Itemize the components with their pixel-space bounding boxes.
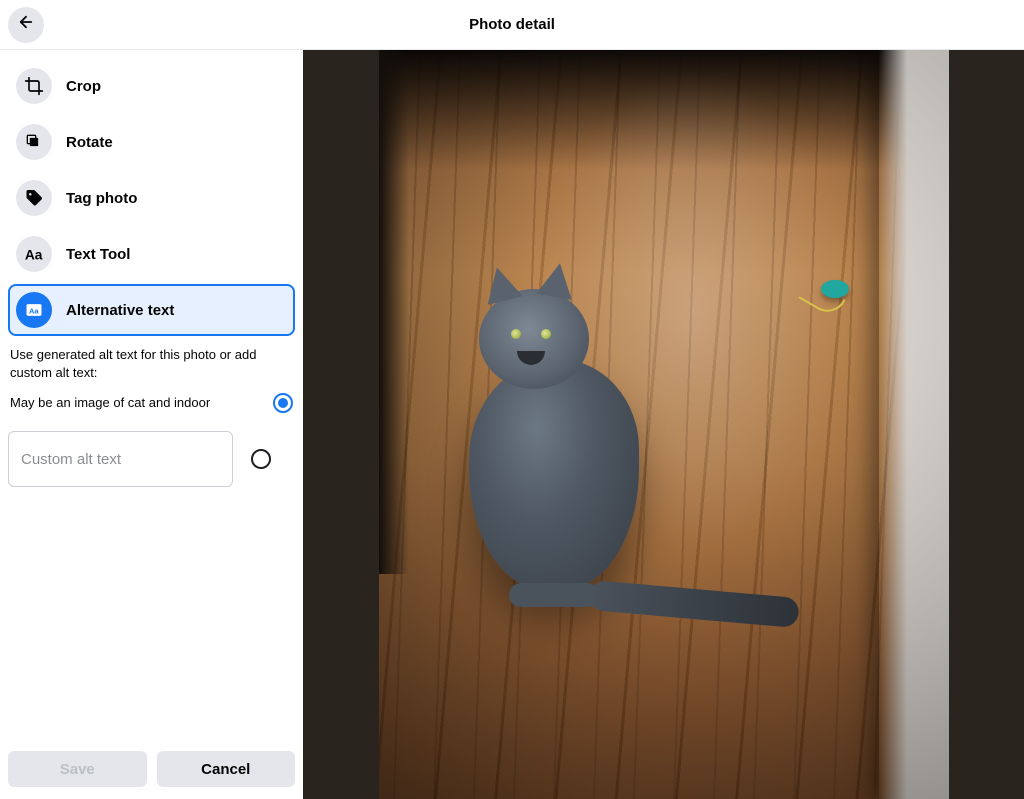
content: Crop Rotate Tag photo Aa Text Tool bbox=[0, 50, 1024, 799]
generated-alt-text: May be an image of cat and indoor bbox=[10, 395, 210, 412]
footer-buttons: Save Cancel bbox=[8, 739, 295, 787]
tool-tag-photo[interactable]: Tag photo bbox=[8, 172, 295, 224]
tool-rotate[interactable]: Rotate bbox=[8, 116, 295, 168]
sidebar: Crop Rotate Tag photo Aa Text Tool bbox=[0, 50, 303, 799]
tool-label: Alternative text bbox=[66, 302, 174, 319]
svg-text:Aa: Aa bbox=[25, 248, 43, 263]
tool-label: Text Tool bbox=[66, 246, 130, 263]
custom-alt-radio[interactable] bbox=[251, 449, 271, 469]
tool-text[interactable]: Aa Text Tool bbox=[8, 228, 295, 280]
tool-list: Crop Rotate Tag photo Aa Text Tool bbox=[8, 60, 295, 336]
alt-text-description: Use generated alt text for this photo or… bbox=[8, 336, 295, 387]
svg-text:Aa: Aa bbox=[29, 306, 39, 315]
custom-alt-option bbox=[8, 431, 295, 487]
photo bbox=[379, 50, 949, 799]
tool-label: Tag photo bbox=[66, 190, 137, 207]
tag-icon bbox=[16, 180, 52, 216]
arrow-left-icon bbox=[17, 13, 35, 36]
save-button[interactable]: Save bbox=[8, 751, 147, 787]
page-title: Photo detail bbox=[0, 16, 1024, 33]
tool-alt-text[interactable]: Aa Alternative text bbox=[8, 284, 295, 336]
custom-alt-input[interactable] bbox=[8, 431, 233, 487]
rotate-icon bbox=[16, 124, 52, 160]
text-icon: Aa bbox=[16, 236, 52, 272]
cancel-button[interactable]: Cancel bbox=[157, 751, 296, 787]
tool-label: Crop bbox=[66, 78, 101, 95]
header: Photo detail bbox=[0, 0, 1024, 50]
photo-preview bbox=[303, 50, 1024, 799]
tool-label: Rotate bbox=[66, 134, 113, 151]
back-button[interactable] bbox=[8, 7, 44, 43]
crop-icon bbox=[16, 68, 52, 104]
alt-text-icon: Aa bbox=[16, 292, 52, 328]
tool-crop[interactable]: Crop bbox=[8, 60, 295, 112]
generated-alt-radio[interactable] bbox=[273, 393, 293, 413]
generated-alt-option[interactable]: May be an image of cat and indoor bbox=[8, 387, 295, 419]
